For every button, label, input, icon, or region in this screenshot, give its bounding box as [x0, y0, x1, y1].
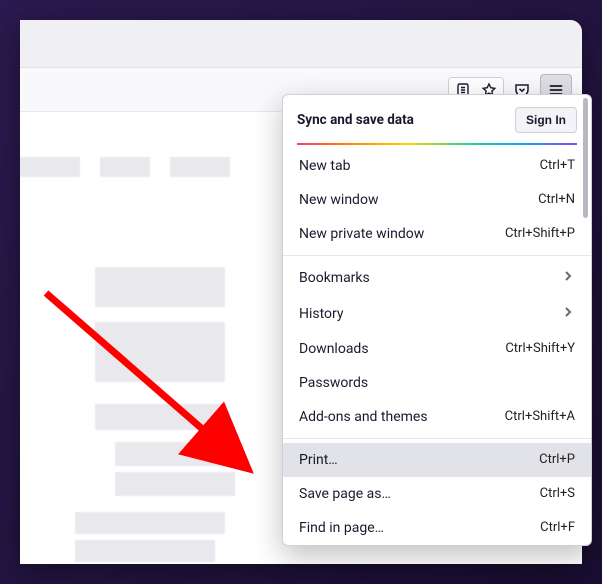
blurred-content: [170, 157, 230, 177]
menu-label: New window: [299, 192, 378, 208]
chevron-right-icon: [561, 305, 575, 323]
menu-scrollbar[interactable]: [583, 98, 588, 218]
rainbow-divider: [297, 143, 577, 145]
menu-item-addons[interactable]: Add-ons and themes Ctrl+Shift+A: [283, 400, 591, 434]
menu-label: New tab: [299, 158, 350, 174]
menu-item-save-as[interactable]: Save page as… Ctrl+S: [283, 477, 591, 511]
menu-shortcut: Ctrl+N: [538, 192, 575, 207]
blurred-content: [100, 157, 150, 177]
menu-label: Passwords: [299, 375, 368, 391]
blurred-content: [20, 157, 80, 177]
menu-shortcut: Ctrl+P: [539, 452, 575, 467]
menu-separator: [283, 255, 591, 256]
menu-label: Print…: [299, 452, 338, 468]
menu-item-passwords[interactable]: Passwords: [283, 366, 591, 400]
menu-label: History: [299, 306, 344, 322]
menu-item-new-window[interactable]: New window Ctrl+N: [283, 183, 591, 217]
menu-item-history[interactable]: History: [283, 296, 591, 332]
menu-label: Find in page…: [299, 520, 384, 536]
blurred-content: [95, 404, 225, 430]
menu-label: Add-ons and themes: [299, 409, 428, 425]
menu-shortcut: Ctrl+T: [540, 158, 575, 173]
menu-item-find[interactable]: Find in page… Ctrl+F: [283, 511, 591, 545]
menu-label: Bookmarks: [299, 270, 370, 286]
blurred-content: [95, 267, 225, 307]
menu-label: New private window: [299, 226, 424, 242]
blurred-content: [95, 322, 225, 382]
menu-separator: [283, 438, 591, 439]
menu-item-new-private-window[interactable]: New private window Ctrl+Shift+P: [283, 217, 591, 251]
menu-shortcut: Ctrl+F: [540, 520, 575, 535]
menu-shortcut: Ctrl+Shift+P: [505, 226, 575, 241]
blurred-content: [75, 540, 215, 562]
menu-shortcut: Ctrl+Shift+A: [505, 409, 575, 424]
menu-item-new-tab[interactable]: New tab Ctrl+T: [283, 149, 591, 183]
chevron-right-icon: [561, 269, 575, 287]
blurred-content: [115, 442, 235, 466]
menu-shortcut: Ctrl+Shift+Y: [505, 341, 575, 356]
app-menu-panel: Sync and save data Sign In New tab Ctrl+…: [282, 94, 592, 546]
menu-item-bookmarks[interactable]: Bookmarks: [283, 260, 591, 296]
menu-label: Save page as…: [299, 486, 391, 502]
menu-item-print[interactable]: Print… Ctrl+P: [283, 443, 591, 477]
tab-strip: [20, 20, 582, 68]
sync-row: Sync and save data Sign In: [283, 95, 591, 143]
blurred-content: [115, 472, 235, 496]
menu-item-downloads[interactable]: Downloads Ctrl+Shift+Y: [283, 332, 591, 366]
sync-title: Sync and save data: [297, 112, 414, 128]
menu-label: Downloads: [299, 341, 369, 357]
blurred-content: [75, 512, 225, 534]
sign-in-button[interactable]: Sign In: [515, 107, 577, 133]
menu-shortcut: Ctrl+S: [540, 486, 575, 501]
